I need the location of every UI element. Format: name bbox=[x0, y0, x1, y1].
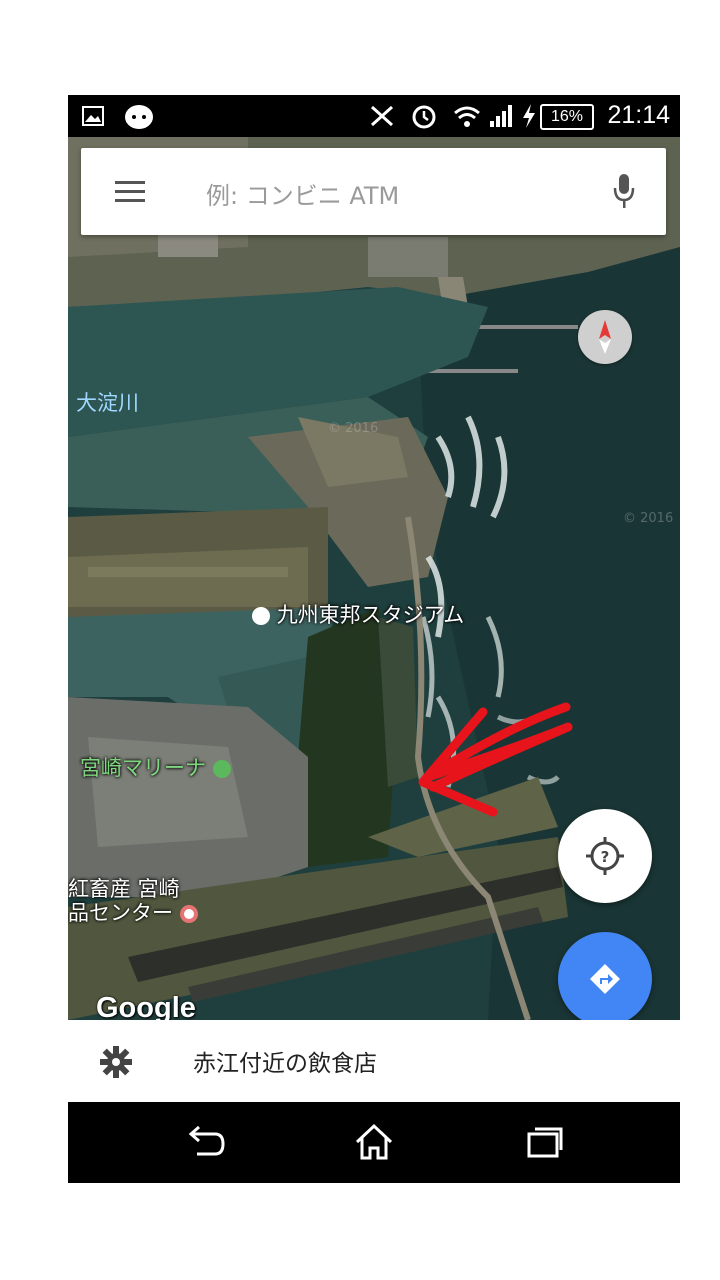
status-bar: 16% 21:14 bbox=[68, 95, 680, 137]
battery-icon: 16% bbox=[540, 104, 594, 130]
microphone-icon[interactable] bbox=[612, 172, 636, 212]
map-label-center[interactable]: 紅畜産 宮崎 品センター bbox=[68, 877, 198, 925]
notification-app-icon bbox=[125, 105, 153, 129]
phone-screen: 16% 21:14 © 2016 © 2016 大淀川 九州東邦スタジアム 宮崎… bbox=[68, 95, 680, 1183]
center-label-line2: 品センター bbox=[68, 901, 198, 925]
search-bar[interactable]: 例: コンビニ ATM bbox=[81, 148, 666, 235]
map-view[interactable]: © 2016 © 2016 大淀川 九州東邦スタジアム 宮崎マリーナ 紅畜産 宮… bbox=[68, 137, 680, 1020]
google-logo: Google bbox=[96, 992, 196, 1020]
marina-poi-icon bbox=[212, 760, 231, 778]
directions-button[interactable] bbox=[558, 932, 652, 1020]
recents-icon[interactable] bbox=[523, 1122, 565, 1162]
compass-button[interactable] bbox=[578, 310, 632, 364]
map-label-river[interactable]: 大淀川 bbox=[76, 387, 139, 417]
gear-icon bbox=[100, 1046, 132, 1078]
system-nav-bar bbox=[68, 1102, 680, 1183]
charging-icon bbox=[523, 104, 535, 128]
nearby-restaurants-card[interactable]: 赤江付近の飲食店 bbox=[68, 1020, 680, 1102]
signal-icon bbox=[490, 105, 512, 127]
stadium-label-text: 九州東邦スタジアム bbox=[276, 603, 465, 627]
image-icon bbox=[82, 106, 104, 126]
clock: 21:14 bbox=[607, 101, 670, 129]
home-icon[interactable] bbox=[353, 1122, 395, 1162]
center-label-line1: 紅畜産 宮崎 bbox=[68, 877, 180, 901]
shop-poi-icon bbox=[179, 905, 198, 923]
map-label-stadium[interactable]: 九州東邦スタジアム bbox=[252, 599, 464, 629]
wifi-icon bbox=[454, 106, 480, 127]
back-icon[interactable] bbox=[183, 1122, 227, 1162]
marina-label-text: 宮崎マリーナ bbox=[80, 756, 206, 780]
my-location-button[interactable]: ? bbox=[558, 809, 652, 903]
stadium-poi-icon bbox=[252, 607, 270, 625]
compass-icon bbox=[599, 320, 611, 354]
map-watermark: © 2016 bbox=[623, 511, 673, 526]
location-help-icon: ? bbox=[586, 837, 624, 875]
alarm-icon bbox=[412, 105, 436, 129]
search-input[interactable]: 例: コンビニ ATM bbox=[206, 176, 399, 211]
nearby-restaurants-title: 赤江付近の飲食店 bbox=[193, 1051, 377, 1077]
hamburger-menu-icon[interactable] bbox=[115, 181, 145, 203]
nfc-icon bbox=[370, 105, 394, 127]
svg-text:?: ? bbox=[601, 848, 610, 866]
directions-icon bbox=[590, 964, 620, 994]
map-watermark: © 2016 bbox=[328, 421, 378, 436]
map-label-marina[interactable]: 宮崎マリーナ bbox=[80, 752, 231, 782]
